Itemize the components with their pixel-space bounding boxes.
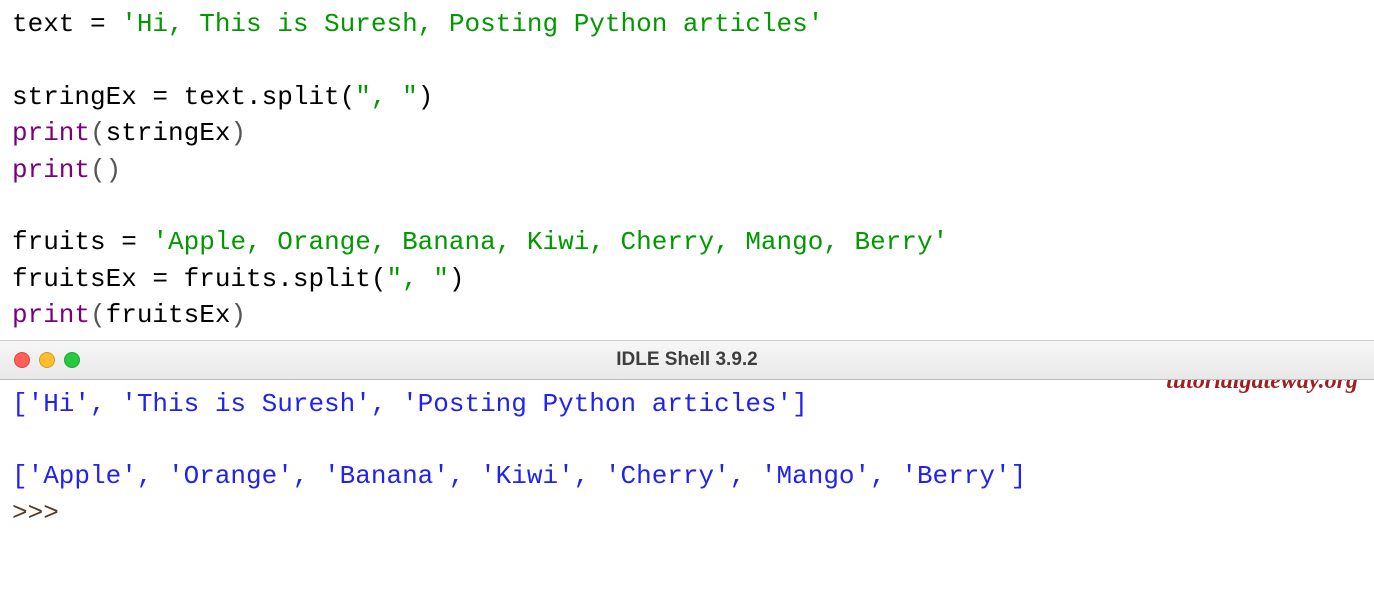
shell-prompt: >>>	[12, 495, 74, 531]
builtin-print: print	[12, 152, 90, 188]
code-token: fruits =	[12, 224, 152, 260]
traffic-lights	[14, 352, 80, 368]
string-literal: ", "	[386, 261, 448, 297]
shell-output[interactable]: ['Hi', 'This is Suresh', 'Posting Python…	[0, 380, 1374, 538]
window-maximize-button[interactable]	[64, 352, 80, 368]
code-line: text = 'Hi, This is Suresh, Posting Pyth…	[12, 6, 1362, 42]
output-text: ['Hi', 'This is Suresh', 'Posting Python…	[12, 386, 808, 422]
string-literal: 'Hi, This is Suresh, Posting Python arti…	[121, 6, 823, 42]
code-line: stringEx = text.split(", ")	[12, 79, 1362, 115]
paren: )	[230, 115, 246, 151]
code-token: text =	[12, 6, 121, 42]
builtin-print: print	[12, 115, 90, 151]
blank-line	[12, 188, 1362, 224]
blank-line	[12, 42, 1362, 78]
code-token: stringEx = text.split(	[12, 79, 355, 115]
paren: (	[90, 297, 106, 333]
code-token: )	[449, 261, 465, 297]
string-literal: ", "	[355, 79, 417, 115]
paren: (	[90, 152, 106, 188]
code-line: print(stringEx)	[12, 115, 1362, 151]
code-token: )	[418, 79, 434, 115]
window-titlebar[interactable]: IDLE Shell 3.9.2	[0, 340, 1374, 380]
paren: )	[230, 297, 246, 333]
window-minimize-button[interactable]	[39, 352, 55, 368]
window-title: IDLE Shell 3.9.2	[616, 349, 758, 371]
identifier: stringEx	[106, 115, 231, 151]
code-line: print(fruitsEx)	[12, 297, 1362, 333]
output-text: ['Apple', 'Orange', 'Banana', 'Kiwi', 'C…	[12, 458, 1026, 494]
builtin-print: print	[12, 297, 90, 333]
prompt-line[interactable]: >>>	[12, 495, 1362, 531]
code-token: fruitsEx = fruits.split(	[12, 261, 386, 297]
output-line: ['Hi', 'This is Suresh', 'Posting Python…	[12, 386, 1362, 422]
paren: )	[106, 152, 122, 188]
code-line: fruits = 'Apple, Orange, Banana, Kiwi, C…	[12, 224, 1362, 260]
code-line: fruitsEx = fruits.split(", ")	[12, 261, 1362, 297]
code-line: print()	[12, 152, 1362, 188]
blank-line	[12, 422, 1362, 458]
code-editor[interactable]: text = 'Hi, This is Suresh, Posting Pyth…	[0, 0, 1374, 340]
identifier: fruitsEx	[106, 297, 231, 333]
string-literal: 'Apple, Orange, Banana, Kiwi, Cherry, Ma…	[152, 224, 948, 260]
paren: (	[90, 115, 106, 151]
window-close-button[interactable]	[14, 352, 30, 368]
output-line: ['Apple', 'Orange', 'Banana', 'Kiwi', 'C…	[12, 458, 1362, 494]
